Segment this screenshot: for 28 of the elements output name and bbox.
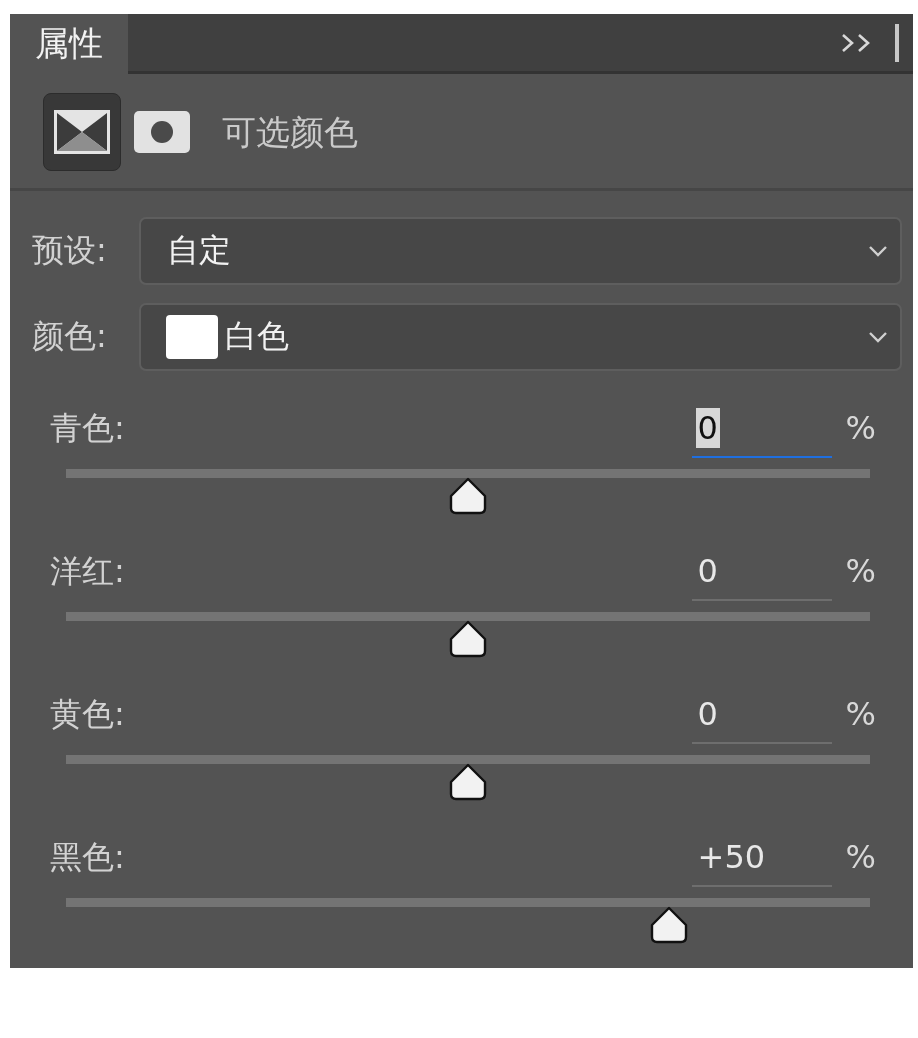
value-field[interactable]: +50 <box>691 829 832 887</box>
adjustment-button[interactable] <box>43 93 121 171</box>
slider-thumb[interactable] <box>449 763 487 801</box>
split-square-icon <box>54 110 110 154</box>
slider-thumb[interactable] <box>449 477 487 515</box>
value-field[interactable]: 0 <box>691 686 832 744</box>
slider-label: 黄色: <box>50 694 126 735</box>
color-dropdown[interactable]: 白色 <box>139 303 902 371</box>
double-chevron-icon[interactable] <box>841 32 871 53</box>
unit-label: % <box>845 694 876 735</box>
slider-thumb[interactable] <box>650 906 688 944</box>
panel-tab[interactable]: 属性 <box>10 14 128 74</box>
slider-thumb[interactable] <box>449 620 487 658</box>
value-field[interactable]: 0 <box>691 543 832 601</box>
adjustment-title: 可选颜色 <box>222 111 358 154</box>
field-label: 预设: <box>32 230 108 271</box>
slider-label: 青色: <box>50 408 126 449</box>
field-label: 颜色: <box>32 316 108 357</box>
unit-label: % <box>845 408 876 449</box>
unit-label: % <box>845 551 876 592</box>
chevron-down-icon <box>868 245 888 257</box>
slider-label: 黑色: <box>50 837 126 878</box>
value-field[interactable]: 0 <box>691 400 832 458</box>
circle-in-square-icon <box>134 110 190 154</box>
chevron-down-icon <box>868 331 888 343</box>
preset-dropdown[interactable]: 自定 <box>139 217 902 285</box>
unit-label: % <box>845 837 876 878</box>
slider-label: 洋红: <box>50 551 126 592</box>
